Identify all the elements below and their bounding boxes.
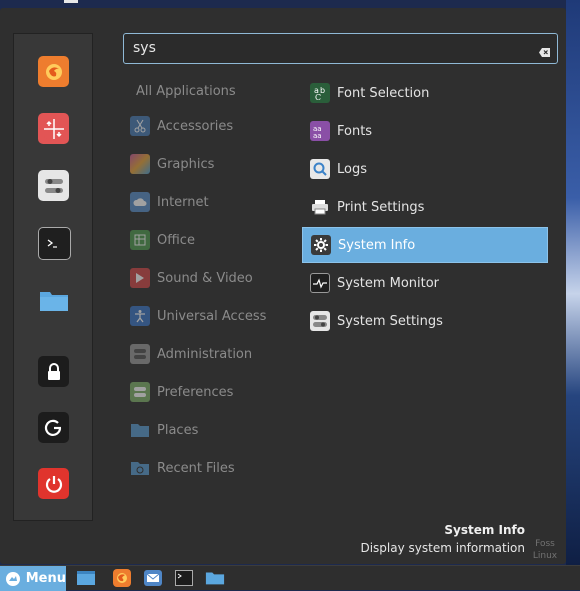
app-label: System Settings bbox=[337, 313, 443, 329]
category-all-applications[interactable]: All Applications bbox=[136, 84, 236, 99]
firefox-icon[interactable] bbox=[38, 56, 69, 87]
category-label: Graphics bbox=[157, 156, 215, 172]
app-print-settings[interactable]: Print Settings bbox=[302, 189, 548, 225]
watermark-line1: Foss bbox=[535, 539, 555, 549]
app-system-monitor[interactable]: System Monitor bbox=[302, 265, 548, 301]
app-label: System Monitor bbox=[337, 275, 440, 291]
category-office[interactable]: Office bbox=[130, 225, 195, 255]
mail-icon[interactable] bbox=[143, 569, 163, 587]
toggles-icon bbox=[310, 311, 330, 331]
category-label: Recent Files bbox=[157, 460, 235, 476]
app-label: Fonts bbox=[337, 123, 373, 139]
logout-icon[interactable] bbox=[38, 412, 69, 443]
category-label: Internet bbox=[157, 194, 209, 210]
app-system-settings[interactable]: System Settings bbox=[302, 303, 548, 339]
lock-icon[interactable] bbox=[38, 356, 69, 387]
category-places[interactable]: Places bbox=[130, 415, 198, 445]
cloud-icon bbox=[130, 192, 150, 212]
app-font-selection[interactable]: abC Font Selection bbox=[302, 75, 548, 111]
app-fonts[interactable]: aa aa Fonts bbox=[302, 113, 548, 149]
category-label: Places bbox=[157, 422, 199, 438]
clear-search-icon[interactable] bbox=[539, 43, 550, 57]
application-menu: sys All Applications Accessories Graphic… bbox=[0, 8, 566, 564]
files-folder-icon[interactable] bbox=[38, 284, 69, 315]
scissors-icon bbox=[130, 116, 150, 136]
settings-toggles-icon[interactable] bbox=[38, 170, 69, 201]
category-recent-files[interactable]: Recent Files bbox=[130, 453, 235, 483]
category-label: Office bbox=[157, 232, 195, 248]
category-administration[interactable]: Administration bbox=[130, 339, 252, 369]
app-label: System Info bbox=[338, 237, 416, 253]
svg-text:C: C bbox=[315, 93, 321, 101]
category-label: Administration bbox=[157, 346, 253, 362]
firefox-icon[interactable] bbox=[112, 569, 132, 587]
logs-icon bbox=[310, 159, 330, 179]
app-label: Font Selection bbox=[337, 85, 430, 101]
power-icon[interactable] bbox=[38, 468, 69, 499]
app-logs[interactable]: Logs bbox=[302, 151, 548, 187]
font-selection-icon: abC bbox=[310, 83, 330, 103]
folder-icon[interactable] bbox=[205, 569, 225, 587]
accessibility-icon bbox=[130, 306, 150, 326]
selected-app-description: Display system information bbox=[360, 541, 525, 555]
selected-app-title: System Info bbox=[444, 523, 525, 537]
fonts-icon: aa aa bbox=[310, 121, 330, 141]
favorites-sidebar bbox=[13, 33, 93, 521]
toggles-icon bbox=[130, 344, 150, 364]
category-accessories[interactable]: Accessories bbox=[130, 111, 233, 141]
terminal-icon[interactable] bbox=[174, 569, 194, 587]
app-system-info[interactable]: System Info bbox=[302, 227, 548, 263]
search-query[interactable]: sys bbox=[133, 40, 156, 56]
category-label: Sound & Video bbox=[157, 270, 253, 286]
taskbar: Menu bbox=[0, 565, 580, 591]
category-label: Accessories bbox=[157, 118, 234, 134]
show-desktop-icon[interactable] bbox=[76, 569, 96, 587]
category-graphics[interactable]: Graphics bbox=[130, 149, 214, 179]
toggles-icon bbox=[130, 382, 150, 402]
palette-icon bbox=[130, 154, 150, 174]
mint-logo-icon bbox=[6, 571, 20, 586]
play-icon bbox=[130, 268, 150, 288]
category-sound-video[interactable]: Sound & Video bbox=[130, 263, 253, 293]
menu-button[interactable]: Menu bbox=[0, 566, 66, 591]
app-label: Logs bbox=[337, 161, 367, 177]
terminal-icon[interactable] bbox=[38, 227, 71, 260]
printer-icon bbox=[310, 197, 330, 217]
folder-icon bbox=[130, 420, 150, 440]
folder-icon bbox=[130, 458, 150, 478]
category-label: Universal Access bbox=[157, 308, 267, 324]
app-label: Print Settings bbox=[337, 199, 425, 215]
system-monitor-icon bbox=[310, 273, 330, 293]
category-label: Preferences bbox=[157, 384, 234, 400]
category-universal-access[interactable]: Universal Access bbox=[130, 301, 266, 331]
search-input[interactable]: sys bbox=[123, 33, 558, 64]
watermark-line2: Linux bbox=[532, 551, 558, 561]
desktop-wallpaper bbox=[566, 0, 580, 565]
desktop-glyph bbox=[64, 0, 78, 3]
svg-text:aa: aa bbox=[313, 132, 322, 139]
menu-label: Menu bbox=[25, 571, 66, 586]
gear-icon bbox=[311, 235, 331, 255]
category-internet[interactable]: Internet bbox=[130, 187, 209, 217]
spreadsheet-icon bbox=[130, 230, 150, 250]
category-preferences[interactable]: Preferences bbox=[130, 377, 233, 407]
software-manager-icon[interactable] bbox=[38, 113, 69, 144]
